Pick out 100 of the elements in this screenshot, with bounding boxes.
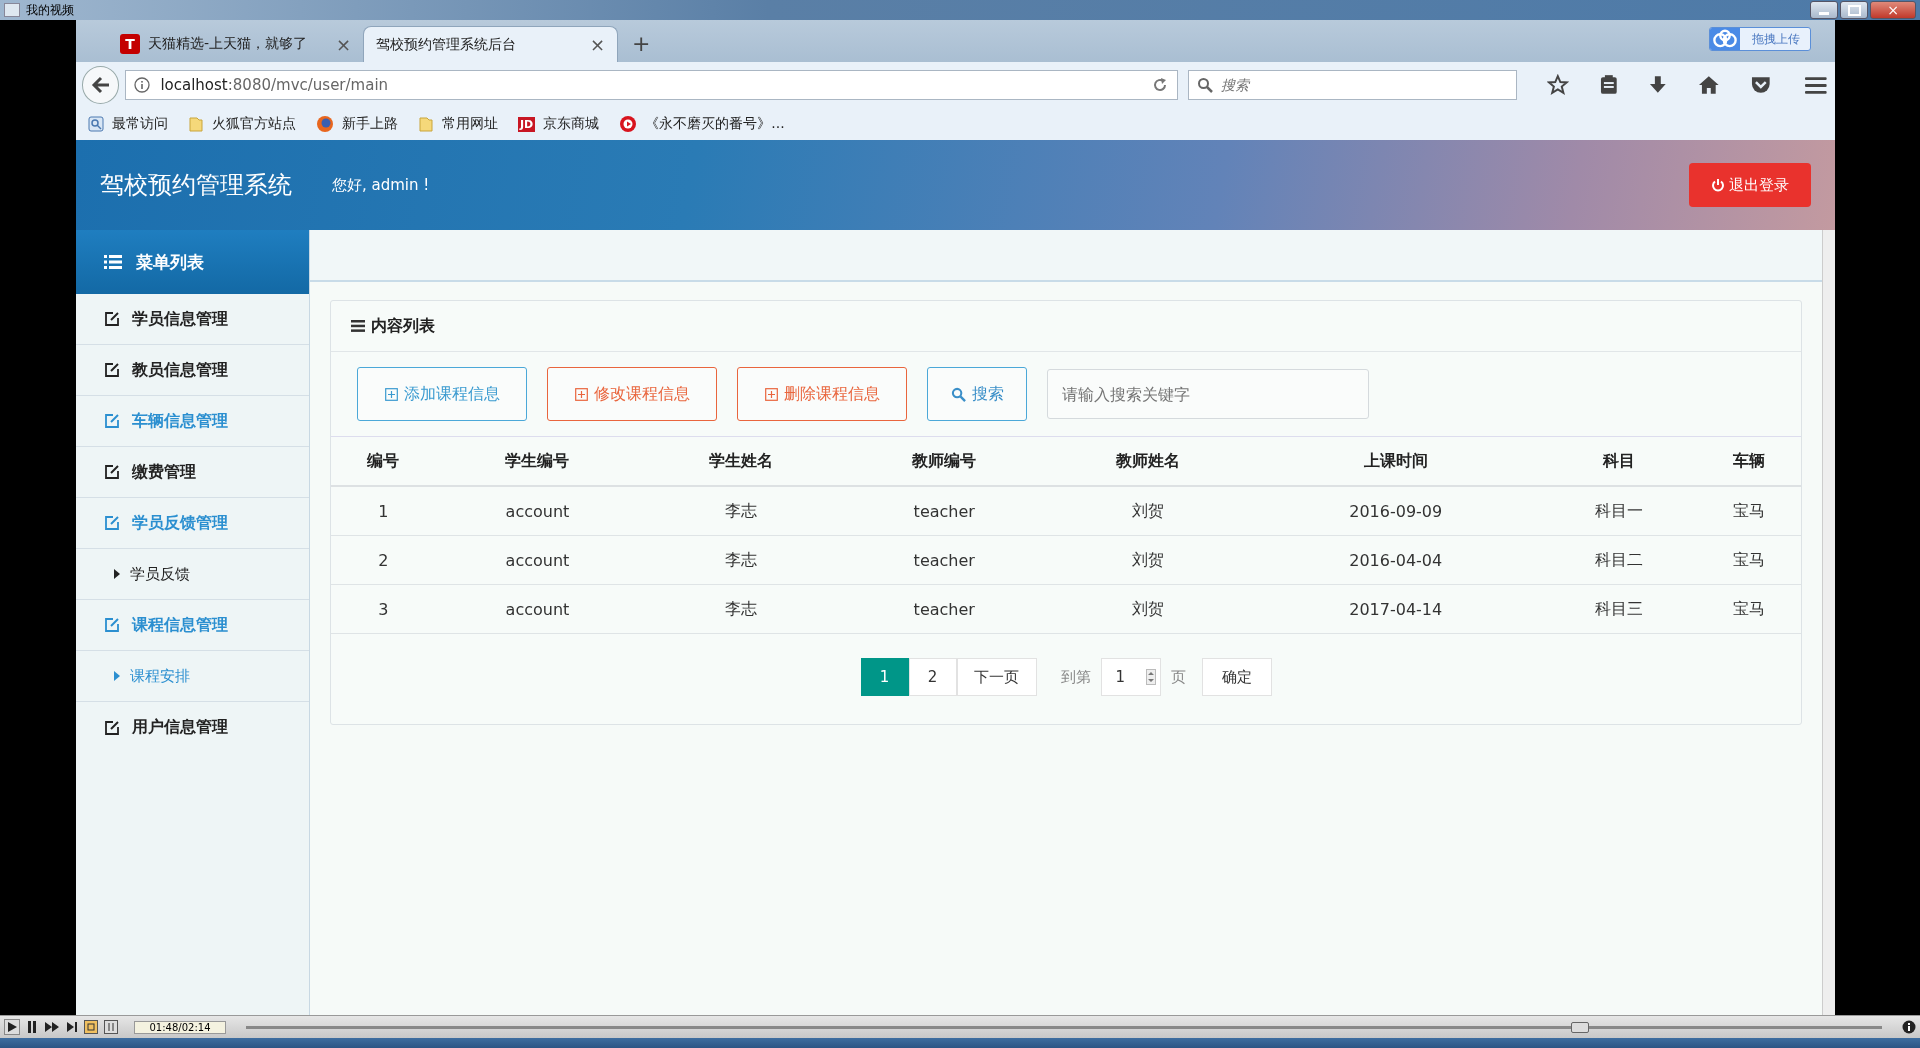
column-header: 教师姓名 xyxy=(1045,437,1250,486)
fullscreen-icon[interactable] xyxy=(84,1020,98,1034)
minimize-button[interactable] xyxy=(1810,1,1838,19)
table-cell: 1 xyxy=(331,486,436,536)
column-header: 上课时间 xyxy=(1249,437,1543,486)
sidebar-menu-item[interactable]: 学员信息管理 xyxy=(76,294,309,345)
search-button[interactable]: 搜索 xyxy=(927,367,1027,421)
back-button[interactable] xyxy=(82,66,120,104)
folder-icon xyxy=(418,116,434,132)
edit-icon xyxy=(104,413,120,429)
column-header: 编号 xyxy=(331,437,436,486)
edit-icon xyxy=(104,515,120,531)
play-circle-icon xyxy=(619,115,638,133)
column-header: 学生姓名 xyxy=(639,437,843,486)
star-icon[interactable] xyxy=(1547,74,1569,96)
table-cell: 李志 xyxy=(639,535,843,585)
table-cell: account xyxy=(435,486,640,536)
scrollbar[interactable] xyxy=(1822,230,1835,1015)
info-icon xyxy=(134,77,151,93)
table-cell: teacher xyxy=(842,535,1046,585)
list-icon xyxy=(104,254,122,270)
info-icon[interactable] xyxy=(1902,1020,1916,1034)
caret-icon xyxy=(114,671,120,681)
bookmark-link[interactable]: 新手上路 xyxy=(316,115,398,133)
browser-tab[interactable]: 驾校预约管理系统后台 × xyxy=(363,26,618,62)
table-cell: 李志 xyxy=(639,486,843,536)
browser-tab[interactable]: T 天猫精选-上天猫，就够了 × xyxy=(108,26,363,62)
sidebar-menu-item[interactable]: 用户信息管理 xyxy=(76,702,309,753)
page-icon xyxy=(88,116,104,132)
sidebar-menu-item[interactable]: 教员信息管理 xyxy=(76,345,309,396)
keyword-search-field[interactable]: 请输入搜索关键字 xyxy=(1047,369,1369,419)
table-cell: teacher xyxy=(842,584,1046,634)
step-icon[interactable] xyxy=(66,1020,78,1034)
upload-widget[interactable]: 拖拽上传 xyxy=(1709,27,1811,51)
window-icon[interactable] xyxy=(104,1020,118,1034)
jd-logo-icon: JD xyxy=(518,116,536,132)
window-title: 我的视频 xyxy=(26,1,74,19)
goto-label: 到第 xyxy=(1060,667,1091,687)
caret-icon xyxy=(114,569,120,579)
pause-icon[interactable] xyxy=(26,1020,38,1034)
close-tab-button[interactable]: × xyxy=(589,34,605,55)
bookmark-link[interactable]: JD 京东商城 xyxy=(518,115,600,133)
fast-forward-icon[interactable] xyxy=(44,1020,60,1034)
menu-icon[interactable] xyxy=(1805,75,1827,95)
globe-icon xyxy=(316,115,334,133)
tmall-icon: T xyxy=(120,34,140,54)
next-page-button[interactable]: 下一页 xyxy=(956,658,1037,696)
browser-search-field[interactable]: 搜索 xyxy=(1187,70,1518,100)
power-icon xyxy=(1711,178,1725,192)
plus-square-icon xyxy=(574,387,588,401)
column-header: 教师编号 xyxy=(842,437,1046,486)
page-button[interactable]: 1 xyxy=(860,658,909,696)
table-cell: 李志 xyxy=(639,584,843,634)
panel-title: 内容列表 xyxy=(371,315,435,337)
bookmark-link[interactable]: 最常访问 xyxy=(88,115,168,133)
table-cell: 2016-04-04 xyxy=(1249,535,1543,585)
app-title: 驾校预约管理系统 xyxy=(100,170,292,201)
table-cell: 宝马 xyxy=(1696,535,1801,585)
clipboard-icon[interactable] xyxy=(1598,74,1619,96)
table-cell: 3 xyxy=(331,584,436,634)
table-cell: account xyxy=(435,584,640,634)
bookmark-link[interactable]: 《永不磨灭的番号》... xyxy=(619,115,785,133)
table-cell: 刘贺 xyxy=(1045,584,1250,634)
page-unit-label: 页 xyxy=(1170,667,1186,687)
sidebar-menu-item[interactable]: 学员反馈 xyxy=(76,549,309,600)
bookmark-link[interactable]: 常用网址 xyxy=(418,115,498,133)
cloud-icon xyxy=(1710,28,1740,50)
seek-handle[interactable] xyxy=(1571,1021,1590,1033)
play-icon[interactable] xyxy=(4,1019,20,1035)
back-arrow-icon xyxy=(90,76,111,94)
page-button[interactable]: 2 xyxy=(908,658,957,696)
folder-icon xyxy=(188,116,204,132)
pocket-icon[interactable] xyxy=(1749,74,1772,96)
edit-icon xyxy=(104,362,120,378)
logout-button[interactable]: 退出登录 xyxy=(1689,163,1811,207)
bookmark-link[interactable]: 火狐官方站点 xyxy=(188,115,296,133)
new-tab-button[interactable]: + xyxy=(632,31,651,56)
page-number-field[interactable]: 1 xyxy=(1100,658,1161,696)
edit-icon xyxy=(104,617,120,633)
home-icon[interactable] xyxy=(1698,74,1720,96)
confirm-button[interactable]: 确定 xyxy=(1201,658,1272,696)
table-cell: account xyxy=(435,535,640,585)
maximize-button[interactable] xyxy=(1840,1,1868,19)
close-button[interactable]: × xyxy=(1870,1,1916,19)
table-cell: 2017-04-14 xyxy=(1249,584,1543,634)
table-cell: 2 xyxy=(331,535,436,585)
table-cell: 2016-09-09 xyxy=(1249,486,1543,536)
table-cell: 科目一 xyxy=(1542,486,1697,536)
address-bar[interactable]: localhost:8080/mvc/user/main xyxy=(125,70,1178,100)
plus-square-icon xyxy=(764,387,778,401)
table-cell: 刘贺 xyxy=(1045,486,1250,536)
search-icon xyxy=(950,386,966,402)
spinner-icon xyxy=(1145,669,1156,685)
sidebar-menu-item[interactable]: 缴费管理 xyxy=(76,447,309,498)
playback-time: 01:48/02:14 xyxy=(134,1020,226,1034)
close-tab-button[interactable]: × xyxy=(335,33,351,55)
table-cell: 科目三 xyxy=(1542,584,1697,634)
greeting-text: 您好, admin ! xyxy=(332,175,430,195)
edit-icon xyxy=(104,719,120,736)
menu-title: 菜单列表 xyxy=(136,250,204,274)
